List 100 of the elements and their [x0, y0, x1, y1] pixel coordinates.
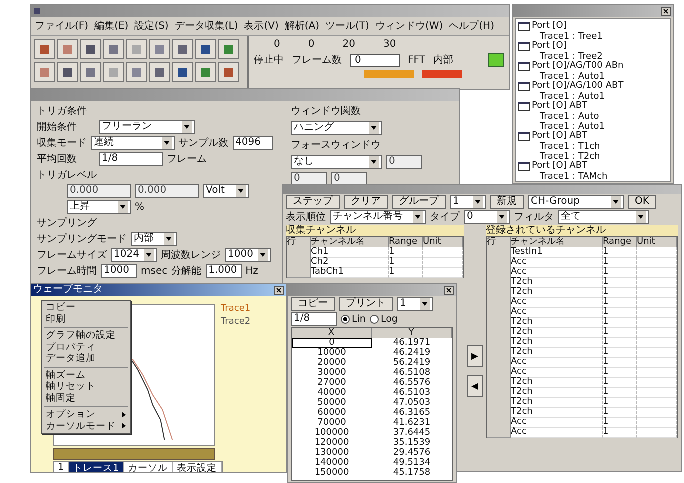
- input-field[interactable]: 1/8: [99, 152, 163, 166]
- menu-item[interactable]: 印刷: [42, 314, 130, 325]
- close-icon[interactable]: [661, 6, 671, 16]
- ok-button[interactable]: OK: [628, 195, 656, 209]
- dropdown[interactable]: Volt: [203, 184, 249, 198]
- radio-button[interactable]: Log: [370, 314, 398, 324]
- tree-item[interactable]: Trace1 : TAMch: [540, 172, 608, 182]
- column-header[interactable]: Unit: [637, 237, 677, 247]
- input-field[interactable]: 1000: [101, 264, 137, 278]
- radio-button[interactable]: Lin: [341, 314, 366, 324]
- tree-item[interactable]: Trace1 : Auto1: [540, 92, 605, 102]
- input-field[interactable]: 0.000: [67, 184, 131, 198]
- toolbar-button[interactable]: [126, 39, 147, 59]
- toolbar-button[interactable]: コピー: [291, 297, 335, 311]
- close-icon[interactable]: [274, 286, 284, 294]
- tree-item[interactable]: Port [O]: [532, 41, 567, 51]
- tree-item[interactable]: Trace1 : T2ch: [540, 152, 600, 162]
- toolbar-button[interactable]: クリア: [344, 195, 388, 209]
- menu-item[interactable]: 設定(S): [134, 19, 169, 33]
- menu-item[interactable]: ヘルプ(H): [449, 19, 494, 33]
- tree-item[interactable]: Port [O] ABT: [532, 131, 588, 141]
- menu-item[interactable]: ウィンドウ(W): [375, 19, 444, 33]
- tab[interactable]: トレース1: [69, 462, 124, 472]
- close-icon[interactable]: [444, 286, 454, 294]
- input-field[interactable]: 0.000: [135, 184, 199, 198]
- tree-item[interactable]: Trace1 : T1ch: [540, 142, 600, 152]
- dropdown[interactable]: なし: [291, 155, 382, 169]
- menu-item[interactable]: 表示(V): [244, 19, 279, 33]
- toolbar-button[interactable]: [172, 62, 193, 82]
- new-button[interactable]: 新規: [490, 195, 524, 209]
- toolbar-button[interactable]: [126, 62, 147, 82]
- tree-item[interactable]: Trace1 : Tree1: [540, 32, 603, 42]
- dropdown[interactable]: 1024: [111, 248, 157, 262]
- toolbar-button[interactable]: [57, 62, 78, 82]
- move-button[interactable]: ◀: [467, 375, 483, 397]
- toolbar-button[interactable]: [34, 62, 55, 82]
- tree-item[interactable]: Trace1 : Auto: [540, 112, 600, 122]
- toolbar-button[interactable]: [103, 62, 124, 82]
- dropdown[interactable]: 上昇: [67, 200, 131, 214]
- row-header[interactable]: [487, 427, 511, 438]
- menu-item[interactable]: データ収集(L): [174, 19, 238, 33]
- column-header[interactable]: チャンネル名: [511, 237, 603, 247]
- column-header[interactable]: Y: [372, 328, 452, 338]
- column-header[interactable]: X: [292, 328, 372, 338]
- move-button[interactable]: ▶: [467, 345, 483, 367]
- dropdown[interactable]: 連続: [91, 136, 175, 150]
- column-header[interactable]: Unit: [423, 237, 463, 247]
- menu-item[interactable]: 軸固定: [42, 392, 130, 404]
- toolbar-button[interactable]: [80, 62, 101, 82]
- tree-item[interactable]: Trace1 : Auto1: [540, 72, 605, 82]
- dropdown[interactable]: ハニング: [291, 121, 382, 135]
- dropdown[interactable]: 全て: [558, 210, 649, 224]
- tree-item[interactable]: Port [O] ABT: [532, 161, 588, 171]
- tree-item[interactable]: Port [O]/AG/100 ABT: [532, 81, 624, 91]
- menu-item[interactable]: ファイル(F): [35, 19, 89, 33]
- column-header[interactable]: チャンネル名: [311, 237, 389, 247]
- dropdown[interactable]: 1: [397, 297, 433, 311]
- toolbar-button[interactable]: ステップ: [286, 195, 340, 209]
- menu-item[interactable]: 軸リセット: [42, 381, 130, 392]
- tree-item[interactable]: Port [O]: [532, 21, 567, 31]
- column-header[interactable]: Range: [603, 237, 637, 247]
- input-field[interactable]: 1.000: [206, 264, 242, 278]
- menu-item[interactable]: ツール(T): [326, 19, 370, 33]
- menu-item[interactable]: コピー: [42, 302, 130, 314]
- toolbar-button[interactable]: [218, 39, 239, 59]
- dropdown[interactable]: フリーラン: [99, 120, 195, 134]
- column-header[interactable]: Range: [389, 237, 423, 247]
- dropdown[interactable]: 0: [464, 210, 510, 224]
- dropdown[interactable]: チャンネル番号: [330, 210, 426, 224]
- toolbar-button[interactable]: [103, 39, 124, 59]
- toolbar-button[interactable]: [34, 39, 55, 59]
- menu-item[interactable]: オプション: [42, 409, 130, 420]
- menu-item[interactable]: グラフ軸の設定: [42, 330, 130, 342]
- toolbar-button[interactable]: [57, 39, 78, 59]
- tab[interactable]: 表示設定: [173, 462, 222, 472]
- dropdown[interactable]: 1: [450, 195, 486, 209]
- toolbar-button[interactable]: [149, 62, 170, 82]
- tree-item[interactable]: Port [O]/AG/T00 ABn: [532, 61, 624, 71]
- menu-item[interactable]: データ追加: [42, 353, 130, 364]
- input-field[interactable]: 1/8: [291, 312, 337, 326]
- toolbar-button[interactable]: [218, 62, 239, 82]
- toolbar-button[interactable]: [195, 62, 216, 82]
- column-header[interactable]: 行: [287, 237, 311, 247]
- tree-item[interactable]: Trace1 : Auto1: [540, 122, 605, 132]
- tree-item[interactable]: Port [O] ABT: [532, 101, 588, 111]
- dropdown[interactable]: 1000: [225, 248, 271, 262]
- tree-item[interactable]: Trace1 : Tree2: [540, 52, 603, 62]
- toolbar-button[interactable]: グループ: [392, 195, 446, 209]
- toolbar-button[interactable]: [195, 39, 216, 59]
- toolbar-button[interactable]: [80, 39, 101, 59]
- menu-item[interactable]: 軸ズーム: [42, 370, 130, 381]
- tab[interactable]: カーソル: [124, 462, 174, 472]
- toolbar-button[interactable]: [149, 39, 170, 59]
- menu-item[interactable]: カーソルモード: [42, 420, 130, 432]
- menu-item[interactable]: 編集(E): [94, 19, 129, 33]
- dropdown[interactable]: CH-Group: [528, 195, 624, 209]
- input-field[interactable]: 0: [386, 155, 422, 169]
- toolbar-button[interactable]: [172, 39, 193, 59]
- menu-item[interactable]: プロパティ: [42, 342, 130, 353]
- row-header[interactable]: [287, 267, 311, 278]
